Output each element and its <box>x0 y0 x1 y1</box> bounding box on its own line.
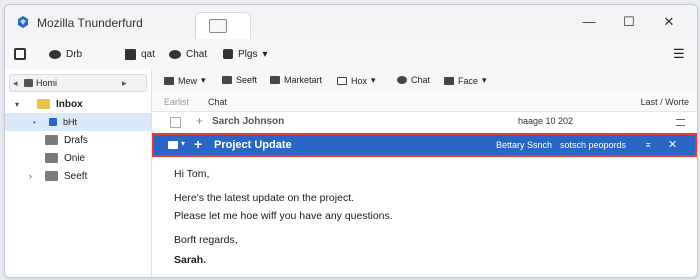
chevron-down-icon: ▾ <box>371 75 376 85</box>
toolbar-label: Mew <box>178 75 198 86</box>
message-toolbar: Mew ▾ Seeft Marketart Hox ▾ Chat Face ▾ <box>152 69 697 94</box>
toolbar-label: qat <box>141 48 155 60</box>
addons-icon <box>223 49 233 59</box>
chat-icon <box>397 76 407 84</box>
toolbar-label: Face <box>458 75 479 86</box>
message-date: haage 10 202 <box>518 116 574 126</box>
toolbar-button-hox[interactable]: Hox ▾ <box>337 75 376 86</box>
toolbar-label: Chat <box>411 75 431 85</box>
folder-item-inbox[interactable]: ▾ Inbox <box>5 95 151 113</box>
thread-icon <box>676 119 685 126</box>
folder-item-selected[interactable]: • bHt <box>5 113 151 131</box>
chevron-down-icon: ▾ <box>201 75 206 85</box>
folder-icon <box>45 171 58 181</box>
account-home-selector[interactable]: ◂ Homi ▸ <box>9 74 147 92</box>
close-message-icon[interactable]: ✕ <box>668 138 677 151</box>
folder-pane: ◂ Homi ▸ ▾ Inbox • bHt Drafs Onie › Seef… <box>5 69 152 277</box>
expand-chevron-icon: ▾ <box>15 99 20 109</box>
close-button[interactable]: ✕ <box>657 13 681 31</box>
mail-tab-icon <box>209 19 227 33</box>
chevron-right-icon: ▸ <box>122 78 127 88</box>
folder-icon <box>45 153 58 163</box>
message-row-selected[interactable]: ▾ + Project Update Bettary Ssnch sotsch … <box>152 133 697 157</box>
star-plus-icon[interactable]: + <box>196 114 203 128</box>
collapse-icon[interactable]: ⌅ <box>644 139 652 150</box>
message-subject: Project Update <box>214 139 292 151</box>
folder-icon <box>49 118 57 126</box>
column-header-chat[interactable]: Chat <box>208 97 227 107</box>
reply-icon <box>222 76 232 84</box>
message-pane: Mew ▾ Seeft Marketart Hox ▾ Chat Face ▾ … <box>152 69 697 277</box>
layout-icon <box>14 48 26 60</box>
toolbar-button-layout[interactable] <box>14 46 26 62</box>
minimize-button[interactable]: — <box>577 13 601 31</box>
toolbar-button-plgs[interactable]: Plgs ▾ <box>223 46 267 62</box>
hamburger-menu-icon: ☰ <box>673 46 685 61</box>
message-sender: Bettary Ssnch <box>496 140 553 150</box>
toolbar-label: Drb <box>66 48 83 60</box>
chat-icon <box>169 49 181 59</box>
message-body: Hi Tom, Here's the latest update on the … <box>174 165 393 269</box>
toolbar-label: Marketart <box>284 75 323 85</box>
home-icon <box>24 79 33 87</box>
plus-icon[interactable]: + <box>194 136 202 152</box>
body-signature: Sarah. <box>174 254 207 266</box>
chevron-left-icon: ◂ <box>13 78 18 88</box>
chevron-down-icon: ▾ <box>262 48 268 60</box>
folder-label: Onie <box>64 152 86 164</box>
chevron-down-icon: ▾ <box>181 139 186 148</box>
thunderbird-logo-icon <box>18 16 28 28</box>
toolbar-button-new[interactable]: Mew ▾ <box>164 75 206 86</box>
message-row[interactable]: + Sarch Johnson haage 10 202 <box>152 111 697 134</box>
main-toolbar: Drb qat Chat Plgs ▾ ☰ <box>5 39 697 70</box>
new-message-icon <box>164 76 174 85</box>
drafts-folder-icon <box>45 135 58 145</box>
folder-label: Seeft <box>64 170 88 182</box>
toolbar-label: Chat <box>186 48 208 60</box>
chevron-down-icon: ▾ <box>482 75 487 85</box>
toolbar-button-drb[interactable]: Drb <box>49 46 82 62</box>
toolbar-button-marketart[interactable]: Marketart <box>270 75 322 85</box>
toolbar-button-chat[interactable]: Chat <box>397 75 430 85</box>
toolbar-label: Plgs <box>238 48 258 60</box>
home-label: Homi <box>36 78 58 88</box>
folder-item-seeft[interactable]: › Seeft <box>5 167 151 185</box>
folder-label: bHt <box>63 117 78 127</box>
toolbar-button-seeft[interactable]: Seeft <box>222 75 257 85</box>
window-title: Mozilla Tnunderfurd <box>37 16 143 30</box>
toolbar-label: Hox <box>351 75 368 86</box>
body-line: Here's the latest update on the project. <box>174 192 355 204</box>
chat-bubble-icon <box>49 49 61 59</box>
body-line: Please let me hoe wiff you have any ques… <box>174 210 393 222</box>
title-bar: Mozilla Tnunderfurd — ☐ ✕ <box>5 5 697 40</box>
app-menu-button[interactable]: ☰ <box>673 46 685 62</box>
row-checkbox[interactable] <box>170 117 181 128</box>
toolbar-button-qat[interactable]: qat <box>125 46 155 62</box>
folder-label: Drafs <box>64 134 88 146</box>
message-list-header: Earlist Chat Last / Worte <box>152 93 697 112</box>
toolbar-button-face[interactable]: Face ▾ <box>444 75 487 86</box>
column-header-sort[interactable]: Last / Worte <box>641 97 689 107</box>
app-window: Mozilla Tnunderfurd — ☐ ✕ Drb qat Chat P… <box>4 4 698 278</box>
folder-item-onie[interactable]: Onie <box>5 149 151 167</box>
calendar-icon <box>125 48 136 60</box>
column-header-earliest[interactable]: Earlist <box>164 97 189 107</box>
folder-label: Inbox <box>56 98 83 110</box>
tag-icon <box>444 76 454 85</box>
body-greeting: Hi Tom, <box>174 168 210 180</box>
forward-icon <box>270 76 280 84</box>
archive-icon <box>337 76 347 85</box>
message-subject: Sarch Johnson <box>212 116 285 127</box>
tab-mail[interactable] <box>195 12 251 40</box>
message-action: sotsch peopords <box>560 140 627 150</box>
toolbar-button-chat[interactable]: Chat <box>169 46 207 62</box>
maximize-button[interactable]: ☐ <box>617 13 641 31</box>
selected-dot-icon: • <box>33 117 36 127</box>
envelope-icon <box>168 141 178 149</box>
folder-item-drafts[interactable]: Drafs <box>5 131 151 149</box>
inbox-folder-icon <box>37 99 50 109</box>
toolbar-label: Seeft <box>236 75 258 85</box>
body-closing: Borft regards, <box>174 234 238 246</box>
expand-chevron-icon: › <box>29 171 32 181</box>
